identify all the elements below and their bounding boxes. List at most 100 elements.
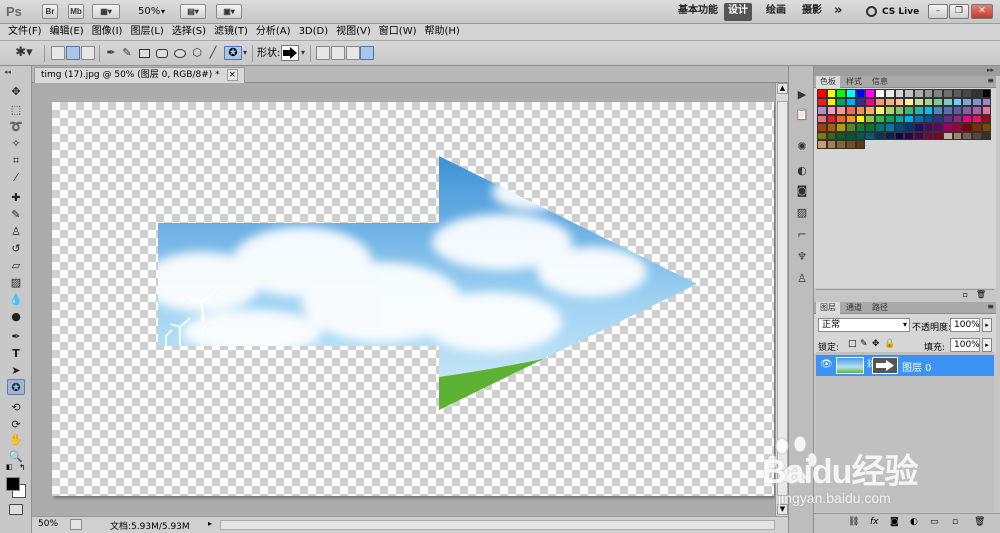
move-tool-icon[interactable]: ✥ [7,84,25,100]
status-menu-icon[interactable] [70,519,82,530]
menu-window[interactable]: 窗口(W) [379,24,417,40]
eraser-tool-icon[interactable]: ▱ [7,258,25,274]
color-swatch[interactable] [836,89,847,98]
color-swatch[interactable] [933,123,943,132]
color-swatch[interactable] [894,123,905,132]
color-swatch[interactable] [913,106,924,115]
mask-icon[interactable]: ◙ [794,184,810,198]
blend-mode-select[interactable]: 正常 ▾ [818,318,910,332]
color-swatch[interactable] [972,89,982,98]
color-swatch[interactable] [826,131,837,140]
color-swatch[interactable] [962,89,972,98]
swap-colors-icon[interactable]: ↰ [19,463,26,472]
color-swatch[interactable] [875,123,885,132]
color-swatch[interactable] [952,114,963,123]
color-swatch[interactable] [817,140,827,149]
color-swatch[interactable] [972,97,982,106]
color-swatch[interactable] [923,89,934,98]
color-swatch[interactable] [923,123,934,132]
color-swatch[interactable] [817,106,827,115]
fill-pixels-mode-button[interactable] [81,46,95,60]
quick-mask-icon[interactable] [9,504,23,515]
gradient-tool-icon[interactable]: ▨ [7,275,25,291]
menu-edit[interactable]: 编辑(E) [50,24,84,40]
color-swatch[interactable] [923,97,934,106]
lock-pixels-icon[interactable]: ✎ [860,339,868,349]
color-swatch[interactable] [817,123,827,132]
color-swatch[interactable] [875,97,885,106]
eyedropper-tool-icon[interactable]: ⁄ [7,170,25,186]
color-swatch[interactable] [904,114,914,123]
document-tab[interactable]: timg (17).jpg @ 50% (图层 0, RGB/8#) * × [34,67,246,83]
lock-all-icon[interactable]: 🔒 [884,339,895,349]
color-swatch[interactable] [972,131,982,140]
lasso-tool-icon[interactable]: ➰ [7,119,25,135]
fill-input[interactable]: 100% [950,338,980,352]
color-swatch[interactable] [904,131,914,140]
brush-settings-icon[interactable]: ⌐ [794,228,810,242]
color-swatch[interactable] [962,123,972,132]
color-swatch[interactable] [923,114,934,123]
color-swatch[interactable] [846,123,856,132]
color-swatch[interactable] [942,89,953,98]
color-swatch[interactable] [884,123,895,132]
fill-slider-arrow[interactable]: ▸ [982,338,992,352]
line-shape-icon[interactable]: ╱ [206,46,220,60]
shape-picker[interactable] [281,45,299,61]
color-swatch[interactable] [875,131,885,140]
color-swatch[interactable] [923,131,934,140]
restore-button[interactable]: ❐ [949,4,969,19]
color-swatch[interactable] [913,97,924,106]
color-swatch[interactable] [855,89,866,98]
collapse-icon[interactable]: ◂◂ [4,68,11,76]
color-swatch[interactable] [836,114,847,123]
quick-selection-tool-icon[interactable]: ✧ [7,136,25,152]
color-swatch[interactable] [826,106,837,115]
color-swatch[interactable] [846,106,856,115]
color-swatch[interactable] [952,97,963,106]
custom-shape-icon[interactable]: ✪ [224,46,242,60]
healing-brush-tool-icon[interactable]: ✚ [7,190,25,206]
menu-3d[interactable]: 3D(D) [299,24,329,40]
color-swatch[interactable] [875,106,885,115]
color-swatch[interactable] [972,123,982,132]
color-swatch[interactable] [855,140,866,149]
color-swatch[interactable] [826,97,837,106]
pen-tool-icon[interactable]: ✒ [7,329,25,345]
workspace-essentials[interactable]: 基本功能 [674,3,722,21]
transparent-canvas[interactable] [52,102,774,496]
tab-info[interactable]: 信息 [868,76,892,88]
add-to-shape-area-button[interactable] [316,46,330,60]
color-swatch[interactable] [981,97,992,106]
menu-filter[interactable]: 滤镜(T) [214,24,248,40]
rounded-rectangle-icon[interactable] [156,49,168,58]
color-swatch[interactable] [865,114,876,123]
color-swatch[interactable] [933,89,943,98]
color-swatch[interactable] [894,89,905,98]
swatch-grid[interactable] [817,89,993,151]
arrange-documents-button[interactable]: ▤▾ [180,4,206,19]
arrow-image-layer[interactable] [52,102,774,496]
color-swatch[interactable] [933,106,943,115]
collapse-icon[interactable]: ▸▸ [987,66,994,74]
color-swatch[interactable] [952,131,963,140]
3d-orbit-tool-icon[interactable]: ⟳ [7,417,25,433]
exclude-shape-area-button[interactable] [360,46,374,60]
clipboard-icon[interactable]: 📋 [794,108,810,122]
color-swatch[interactable] [865,106,876,115]
color-swatch[interactable] [846,114,856,123]
color-swatch[interactable] [846,97,856,106]
screen-mode-button[interactable]: ▣▾ [216,4,242,19]
subtract-shape-area-button[interactable] [331,46,345,60]
rectangle-shape-icon[interactable] [139,49,150,58]
color-swatch[interactable] [846,131,856,140]
paths-mode-button[interactable] [66,46,80,60]
panel-menu-icon[interactable]: ≡ [987,302,994,311]
opacity-input[interactable]: 100% [950,318,980,332]
color-swatch[interactable] [836,106,847,115]
color-swatch[interactable] [855,123,866,132]
color-swatch[interactable] [855,114,866,123]
color-swatch[interactable] [884,131,895,140]
intersect-shape-area-button[interactable] [346,46,360,60]
color-swatch[interactable] [933,131,943,140]
